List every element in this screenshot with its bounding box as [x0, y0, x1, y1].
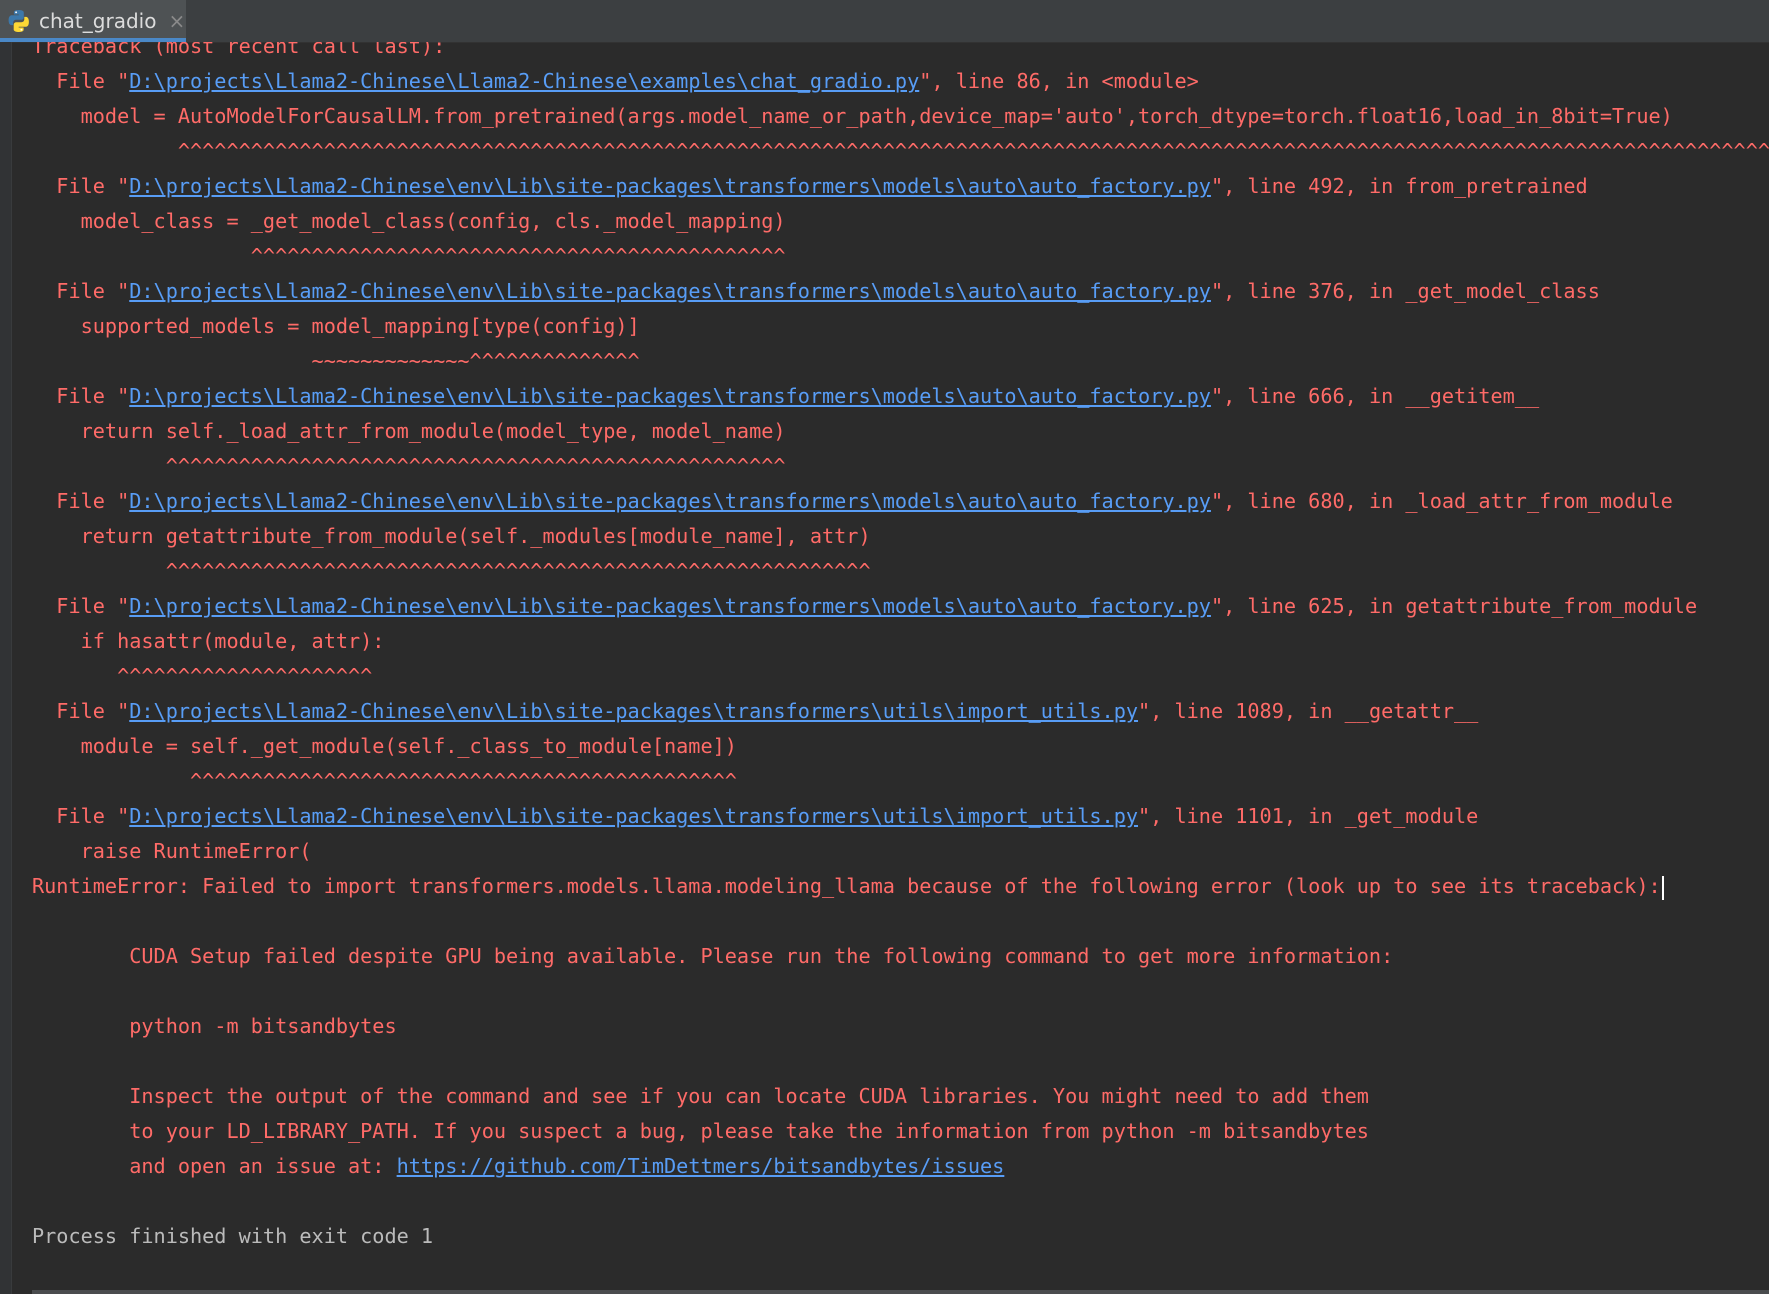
editor-tab-bar: chat_gradio × — [0, 0, 1769, 43]
file-location: ", line 1101, in _get_module — [1138, 804, 1479, 828]
file-prefix: File " — [32, 384, 130, 408]
traceback-header-line: Traceback (most recent call last): — [32, 42, 446, 58]
python-file-icon — [8, 10, 29, 32]
issues-url-link[interactable]: https://github.com/TimDettmers/bitsandby… — [397, 1154, 1005, 1178]
file-prefix: File " — [32, 594, 130, 618]
file-prefix: File " — [32, 69, 130, 93]
traceback-marker-line: ^^^^^^^^^^^^^^^^^^^^^^^^^^^^^^^^^^^^^^^^… — [32, 139, 1769, 163]
traceback-code-line: raise RuntimeError( — [32, 839, 312, 863]
traceback-code-line: module = self._get_module(self._class_to… — [32, 734, 737, 758]
file-location: ", line 1089, in __getattr__ — [1138, 699, 1479, 723]
python-command-line: python -m bitsandbytes — [32, 1014, 397, 1038]
traceback-code-line: model_class = _get_model_class(config, c… — [32, 209, 786, 233]
runtime-error-text: RuntimeError: Failed to import transform… — [32, 874, 1661, 898]
open-issue-line: and open an issue at: https://github.com… — [32, 1149, 1769, 1184]
file-prefix: File " — [32, 279, 130, 303]
open-issue-prefix: and open an issue at: — [32, 1154, 397, 1178]
traceback-file-line: File "D:\projects\Llama2-Chinese\env\Lib… — [32, 589, 1769, 624]
traceback-file-line: File "D:\projects\Llama2-Chinese\env\Lib… — [32, 379, 1769, 414]
file-prefix: File " — [32, 699, 130, 723]
file-path-link[interactable]: D:\projects\Llama2-Chinese\env\Lib\site-… — [129, 279, 1211, 303]
file-prefix: File " — [32, 804, 130, 828]
runtime-error-line: RuntimeError: Failed to import transform… — [32, 869, 1769, 904]
process-exit-message: Process finished with exit code 1 — [32, 1224, 434, 1248]
close-icon[interactable]: × — [168, 9, 185, 33]
traceback-file-line: File "D:\projects\Llama2-Chinese\env\Lib… — [32, 169, 1769, 204]
traceback-file-line: File "D:\projects\Llama2-Chinese\env\Lib… — [32, 274, 1769, 309]
tab-title: chat_gradio — [39, 9, 157, 33]
cuda-setup-message: CUDA Setup failed despite GPU being avai… — [32, 944, 1394, 968]
traceback-marker-line: ^^^^^^^^^^^^^^^^^^^^^^^^^^^^^^^^^^^^^^^^… — [32, 559, 871, 583]
traceback-code-line: return getattribute_from_module(self._mo… — [32, 524, 871, 548]
traceback-code-line: supported_models = model_mapping[type(co… — [32, 314, 640, 338]
file-location: ", line 376, in _get_model_class — [1210, 279, 1600, 303]
traceback-marker-line: ^^^^^^^^^^^^^^^^^^^^^^^^^^^^^^^^^^^^^^^^… — [32, 769, 737, 793]
file-prefix: File " — [32, 174, 130, 198]
file-location: ", line 666, in __getitem__ — [1210, 384, 1540, 408]
traceback-marker-line: ~~~~~~~~~~~~~^^^^^^^^^^^^^^ — [32, 349, 640, 373]
file-path-link[interactable]: D:\projects\Llama2-Chinese\env\Lib\site-… — [129, 594, 1211, 618]
file-path-link[interactable]: D:\projects\Llama2-Chinese\env\Lib\site-… — [129, 804, 1138, 828]
horizontal-scrollbar[interactable] — [32, 1290, 1769, 1294]
traceback-file-line: File "D:\projects\Llama2-Chinese\Llama2-… — [32, 64, 1769, 99]
traceback-code-line: return self._load_attr_from_module(model… — [32, 419, 786, 443]
file-path-link[interactable]: D:\projects\Llama2-Chinese\env\Lib\site-… — [129, 384, 1211, 408]
file-path-link[interactable]: D:\projects\Llama2-Chinese\env\Lib\site-… — [129, 699, 1138, 723]
file-prefix: File " — [32, 489, 130, 513]
file-location: ", line 86, in <module> — [919, 69, 1199, 93]
traceback-marker-line: ^^^^^^^^^^^^^^^^^^^^^ — [32, 664, 373, 688]
inspect-message-line: to your LD_LIBRARY_PATH. If you suspect … — [32, 1119, 1369, 1143]
traceback-code-line: if hasattr(module, attr): — [32, 629, 385, 653]
text-cursor — [1661, 875, 1664, 900]
traceback-file-line: File "D:\projects\Llama2-Chinese\env\Lib… — [32, 484, 1769, 519]
file-path-link[interactable]: D:\projects\Llama2-Chinese\env\Lib\site-… — [129, 174, 1211, 198]
traceback-marker-line: ^^^^^^^^^^^^^^^^^^^^^^^^^^^^^^^^^^^^^^^^… — [32, 244, 786, 268]
run-console-output[interactable]: Traceback (most recent call last): File … — [32, 42, 1769, 1294]
file-location: ", line 492, in from_pretrained — [1210, 174, 1588, 198]
traceback-file-line: File "D:\projects\Llama2-Chinese\env\Lib… — [32, 694, 1769, 729]
traceback-code-line: model = AutoModelForCausalLM.from_pretra… — [32, 104, 1673, 128]
tab-chat-gradio[interactable]: chat_gradio × — [0, 0, 186, 42]
traceback-marker-line: ^^^^^^^^^^^^^^^^^^^^^^^^^^^^^^^^^^^^^^^^… — [32, 454, 786, 478]
file-location: ", line 680, in _load_attr_from_module — [1210, 489, 1673, 513]
traceback-file-line: File "D:\projects\Llama2-Chinese\env\Lib… — [32, 799, 1769, 834]
console-gutter — [0, 42, 12, 1294]
inspect-message-line: Inspect the output of the command and se… — [32, 1084, 1369, 1108]
file-location: ", line 625, in getattribute_from_module — [1210, 594, 1698, 618]
file-path-link[interactable]: D:\projects\Llama2-Chinese\Llama2-Chines… — [129, 69, 919, 93]
file-path-link[interactable]: D:\projects\Llama2-Chinese\env\Lib\site-… — [129, 489, 1211, 513]
